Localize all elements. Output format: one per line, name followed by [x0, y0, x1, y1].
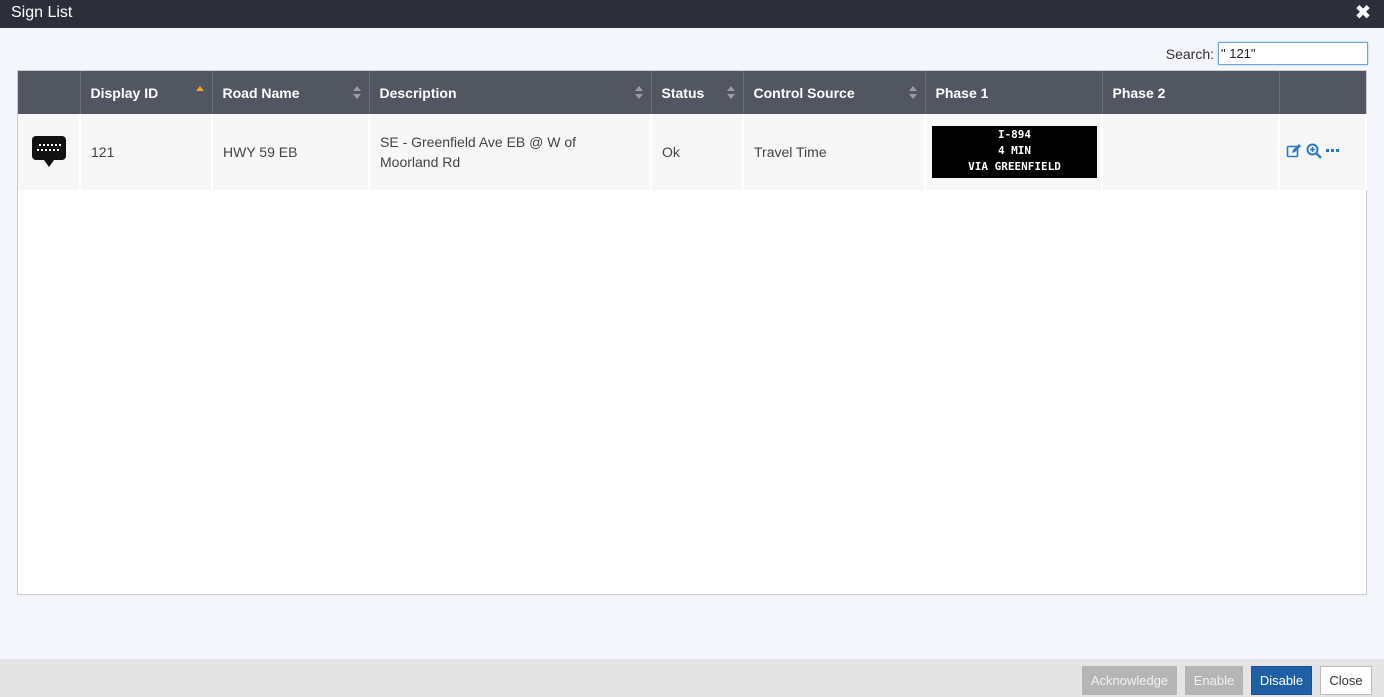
- column-header-label: Phase 2: [1112, 84, 1166, 101]
- disable-button[interactable]: Disable: [1251, 666, 1312, 695]
- title-bar: Sign List ✖: [0, 0, 1384, 28]
- column-header-status[interactable]: Status: [651, 71, 744, 114]
- dialog-footer: Acknowledge Enable Disable Close: [0, 659, 1384, 697]
- column-header-label: Control Source: [753, 84, 855, 101]
- sort-icon[interactable]: [726, 86, 735, 100]
- sign-display-icon: [32, 136, 66, 167]
- sign-table: Display ID Road Name Description Status …: [18, 71, 1367, 190]
- column-header-road-name[interactable]: Road Name: [212, 71, 370, 114]
- sign-table-panel: Display ID Road Name Description Status …: [17, 70, 1367, 595]
- phase-1-line-2: 4 MIN: [997, 144, 1032, 157]
- column-header-description[interactable]: Description: [369, 71, 652, 114]
- edit-icon[interactable]: [1286, 143, 1302, 162]
- acknowledge-button[interactable]: Acknowledge: [1082, 666, 1177, 695]
- window-title: Sign List: [11, 4, 73, 21]
- column-header-actions: [1279, 71, 1366, 114]
- sort-ascending-icon[interactable]: [195, 86, 204, 100]
- close-icon[interactable]: ✖: [1353, 3, 1373, 23]
- sort-icon[interactable]: [908, 86, 917, 100]
- column-header-label: Description: [379, 84, 457, 101]
- more-icon[interactable]: [1325, 143, 1340, 162]
- phase-1-cell: I-894 4 MIN VIA GREENFIELD: [925, 114, 1103, 190]
- status-cell: Ok: [651, 114, 744, 190]
- phase-1-line-1: I-894: [997, 128, 1032, 141]
- actions-cell: [1279, 114, 1367, 190]
- enable-button[interactable]: Enable: [1185, 666, 1243, 695]
- sort-icon[interactable]: [352, 86, 361, 100]
- column-header-label: Display ID: [90, 84, 159, 101]
- column-header-display-id[interactable]: Display ID: [80, 71, 213, 114]
- column-header-control-source[interactable]: Control Source: [743, 71, 926, 114]
- column-header-phase-1: Phase 1: [925, 71, 1103, 114]
- description-cell: SE - Greenfield Ave EB @ W of Moorland R…: [369, 114, 652, 190]
- column-header-phase-2: Phase 2: [1102, 71, 1280, 114]
- road-name-cell: HWY 59 EB: [212, 114, 370, 190]
- phase-2-cell: [1102, 114, 1280, 190]
- display-id-cell: 121: [80, 114, 213, 190]
- sort-icon[interactable]: [634, 86, 643, 100]
- phase-1-line-3: VIA GREENFIELD: [968, 160, 1061, 173]
- close-button[interactable]: Close: [1320, 666, 1372, 695]
- column-header-label: Road Name: [222, 84, 300, 101]
- column-header-icon: [18, 71, 81, 114]
- table-header-row: Display ID Road Name Description Status …: [18, 71, 1366, 114]
- sign-icon-cell: [18, 114, 81, 190]
- table-row[interactable]: 121 HWY 59 EB SE - Greenfield Ave EB @ W…: [18, 114, 1367, 190]
- column-header-label: Phase 1: [935, 84, 989, 101]
- search-label: Search:: [1165, 46, 1214, 62]
- control-source-cell: Travel Time: [743, 114, 926, 190]
- zoom-in-icon[interactable]: [1306, 143, 1322, 162]
- search-input[interactable]: [1218, 42, 1368, 65]
- phase-1-message: I-894 4 MIN VIA GREENFIELD: [932, 126, 1097, 178]
- column-header-label: Status: [661, 84, 705, 101]
